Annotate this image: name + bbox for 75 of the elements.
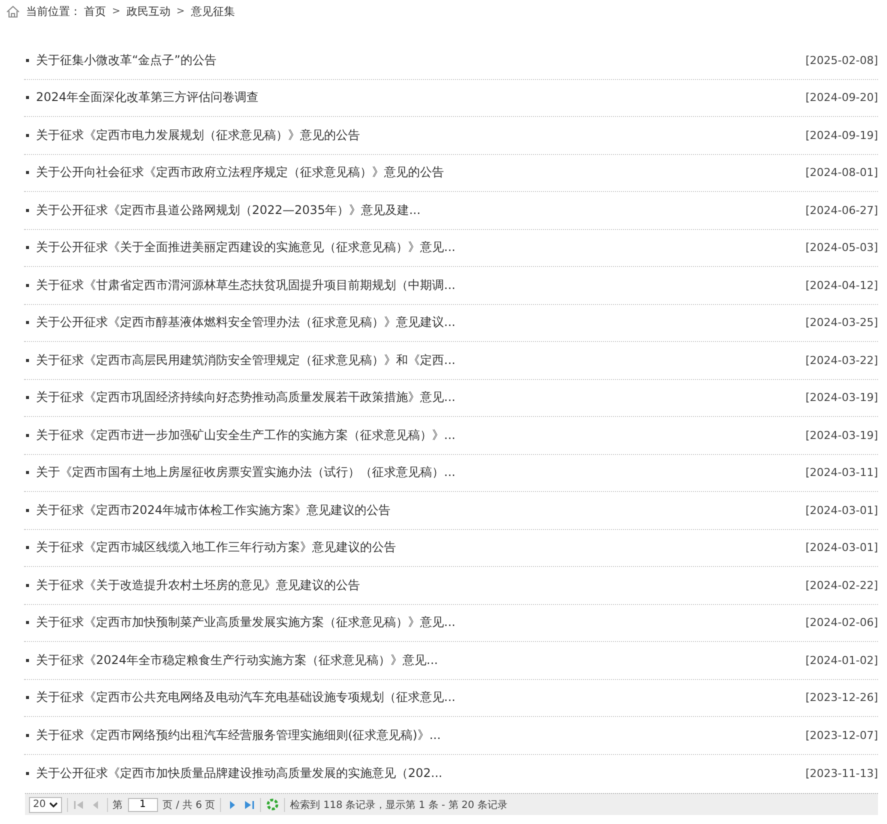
bullet-icon	[26, 584, 29, 587]
article-date: [2024-03-22]	[805, 354, 878, 367]
bullet-icon	[26, 58, 29, 62]
page-label: 第	[112, 798, 123, 812]
article-link[interactable]: 2024年全面深化改革第三方评估问卷调查	[36, 89, 806, 106]
breadcrumb-link[interactable]: 首页	[84, 4, 106, 18]
bullet-icon	[26, 696, 29, 700]
article-link[interactable]: 关于公开征求《关于全面推进美丽定西建设的实施意见（征求意见稿）》意见...	[36, 239, 806, 256]
bullet-icon	[26, 358, 29, 362]
article-date: [2024-03-01]	[805, 504, 878, 517]
article-date: [2024-04-12]	[805, 278, 878, 292]
article-date: [2024-01-02]	[805, 654, 878, 667]
article-date: [2024-09-20]	[805, 91, 878, 104]
article-link[interactable]: 关于公开征求《定西市县道公路网规划（2022—2035年）》意见及建...	[36, 202, 806, 219]
article-link[interactable]: 关于征求《定西市加快预制菜产业高质量发展实施方案（征求意见稿）》意见...	[36, 614, 806, 632]
article-link[interactable]: 关于公开征求《定西市加快质量品牌建设推动高质量发展的实施意见（202...	[36, 764, 806, 782]
article-link[interactable]: 关于公开向社会征求《定西市政府立法程序规定（征求意见稿）》意见的公告	[36, 164, 806, 182]
bullet-icon	[26, 96, 29, 100]
bullet-icon	[26, 284, 29, 287]
article-link[interactable]: 关于征求《定西市公共充电网络及电动汽车充电基础设施专项规划（征求意见...	[36, 689, 806, 706]
article-date: [2024-02-06]	[805, 616, 878, 630]
record-summary: 检索到 118 条记录，显示第 1 条 - 第 20 条记录	[290, 798, 508, 812]
breadcrumb-label: 当前位置：	[26, 4, 81, 18]
page-total: 页 / 共 6 页	[162, 798, 216, 812]
article-date: [2024-03-19]	[805, 428, 878, 442]
bullet-icon	[26, 621, 29, 624]
breadcrumb-separator: >	[111, 6, 122, 16]
home-icon	[6, 4, 20, 18]
article-link[interactable]: 关于征集小微改革“金点子”的公告	[36, 52, 806, 69]
article-date: [2024-03-19]	[805, 391, 878, 404]
bullet-icon	[26, 546, 29, 550]
article-link[interactable]: 关于征求《定西市巩固经济持续向好态势推动高质量发展若干政策措施》意见...	[36, 389, 806, 406]
bullet-icon	[26, 508, 29, 512]
bullet-icon	[26, 658, 29, 662]
article-link[interactable]: 关于《定西市国有土地上房屋征收房票安置实施办法（试行）（征求意见稿）...	[36, 464, 806, 482]
article-link[interactable]: 关于征求《定西市网络预约出租汽车经营服务管理实施细则(征求意见稿)》...	[36, 726, 806, 744]
bullet-icon	[26, 134, 29, 137]
last-page-icon[interactable]	[243, 798, 256, 810]
article-date: [2023-12-07]	[805, 728, 878, 742]
article-link[interactable]: 关于征求《定西市城区线缆入地工作三年行动方案》意见建议的公告	[36, 539, 806, 556]
article-date: [2024-06-27]	[805, 204, 878, 217]
breadcrumb-link[interactable]: 政民互动	[126, 4, 170, 18]
article-link[interactable]: 关于征求《甘肃省定西市渭河源林草生态扶贫巩固提升项目前期规划（中期调...	[36, 276, 806, 294]
breadcrumb-separator: >	[175, 6, 186, 16]
bullet-icon	[26, 208, 29, 212]
bullet-icon	[26, 321, 29, 324]
article-date: [2024-03-25]	[805, 316, 878, 330]
article-date: [2023-12-26]	[805, 691, 878, 704]
article-link[interactable]: 关于征求《定西市2024年城市体检工作实施方案》意见建议的公告	[36, 502, 806, 519]
refresh-icon[interactable]	[266, 798, 280, 811]
article-date: [2024-03-11]	[805, 466, 878, 480]
article-date: [2024-02-22]	[805, 578, 878, 592]
article-link[interactable]: 关于征求《定西市电力发展规划（征求意见稿）》意见的公告	[36, 126, 806, 144]
article-link[interactable]: 关于征求《2024年全市稳定粮食生产行动实施方案（征求意见稿）》意见...	[36, 652, 806, 669]
bullet-icon	[26, 396, 29, 400]
article-link[interactable]: 关于征求《定西市高层民用建筑消防安全管理规定（征求意见稿）》和《定西...	[36, 352, 806, 369]
bullet-icon	[26, 171, 29, 174]
article-date: [2024-03-01]	[805, 541, 878, 554]
article-date: [2024-09-19]	[805, 128, 878, 142]
bullet-icon	[26, 471, 29, 474]
article-date: [2025-02-08]	[805, 54, 878, 67]
bullet-icon	[26, 734, 29, 737]
page-size-select[interactable]: 20	[29, 796, 62, 812]
bullet-icon	[26, 434, 29, 437]
bullet-icon	[26, 772, 29, 775]
breadcrumb-link[interactable]: 意见征集	[190, 4, 235, 18]
article-date: [2024-05-03]	[805, 241, 878, 254]
bullet-icon	[26, 246, 29, 250]
article-link[interactable]: 关于征求《关于改造提升农村土坯房的意见》意见建议的公告	[36, 576, 806, 594]
article-date: [2024-08-01]	[805, 166, 878, 180]
article-link[interactable]: 关于征求《定西市进一步加强矿山安全生产工作的实施方案（征求意见稿）》...	[36, 426, 806, 444]
page-input[interactable]: 1	[128, 798, 158, 812]
article-link[interactable]: 关于公开征求《定西市醇基液体燃料安全管理办法（征求意见稿）》意见建议...	[36, 314, 806, 332]
article-date: [2023-11-13]	[805, 766, 878, 780]
chevron-icon	[48, 802, 58, 808]
